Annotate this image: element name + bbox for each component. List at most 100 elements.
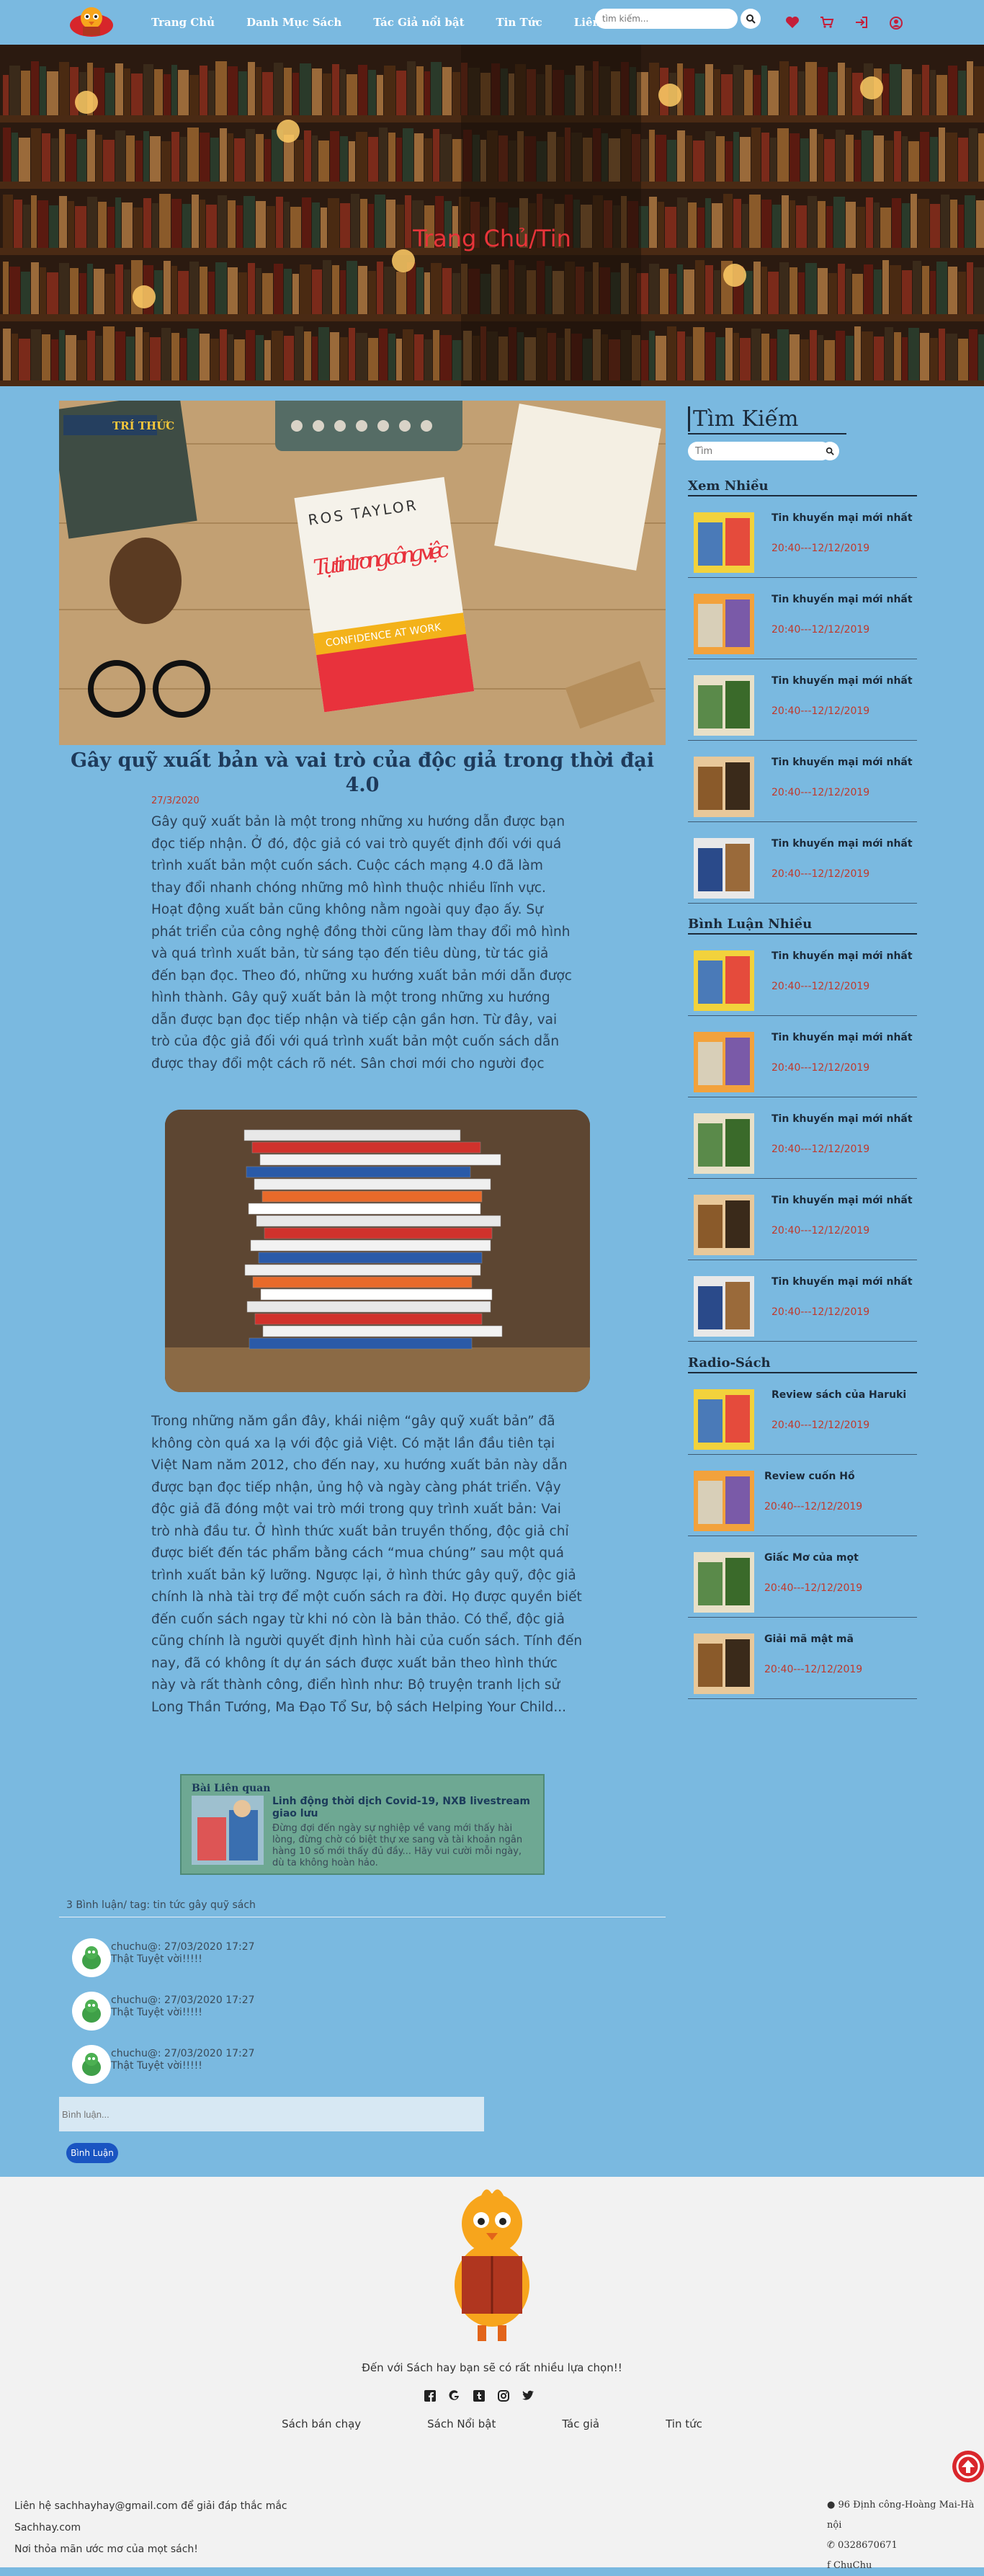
footer-address: 96 Định công-Hoàng Mai-Hà nội — [827, 2500, 975, 2531]
footer: Đến với Sách hay bạn sẽ có rất nhiều lựa… — [0, 2177, 984, 2571]
sidebar-list-item[interactable]: Tin khuyến mại mới nhất 20:40---12/12/201… — [688, 1179, 917, 1260]
cart-icon[interactable] — [820, 16, 834, 30]
user-icon[interactable] — [889, 16, 903, 30]
post-thumbnail[interactable] — [694, 512, 754, 573]
post-thumbnail[interactable] — [694, 1471, 754, 1531]
section-title: Xem Nhiều — [688, 478, 769, 494]
footer-link-featured[interactable]: Sách Nổi bật — [427, 2417, 496, 2430]
facebook-icon[interactable] — [418, 2390, 442, 2402]
post-thumbnail[interactable] — [694, 1032, 754, 1092]
sidebar-search-input[interactable] — [688, 442, 831, 460]
post-thumbnail[interactable] — [694, 950, 754, 1011]
sidebar-search: Tìm Kiếm — [688, 406, 917, 460]
post-thumbnail[interactable] — [694, 757, 754, 817]
post-title-link[interactable]: Tin khuyến mại mới nhất — [771, 757, 913, 768]
heart-icon[interactable] — [785, 16, 800, 30]
avatar — [72, 1938, 111, 1977]
related-thumbnail[interactable] — [192, 1796, 264, 1865]
top-search — [595, 9, 761, 29]
site-logo[interactable] — [61, 2, 122, 43]
article-body-part1: Gây quỹ xuất bản là một trong những xu h… — [151, 814, 572, 1071]
post-title-link[interactable]: Giấc Mơ của mọt — [764, 1552, 862, 1564]
sidebar-list-item[interactable]: Giải mã mật mã 20:40---12/12/2019 — [688, 1618, 917, 1699]
menu-authors[interactable]: Tác Giả nổi bật — [373, 16, 464, 29]
footer-link-bestsellers[interactable]: Sách bán chạy — [282, 2417, 361, 2430]
tumblr-icon[interactable] — [467, 2390, 491, 2402]
avatar — [72, 2045, 111, 2084]
sidebar-list-item[interactable]: Tin khuyến mại mới nhất 20:40---12/12/201… — [688, 659, 917, 741]
footer-links: Sách bán chạy Sách Nổi bật Tác giả Tin t… — [0, 2417, 984, 2430]
article-body-part2: Trong những năm gần đây, khái niệm “gây … — [151, 1414, 583, 1715]
phone-icon: ✆ — [827, 2540, 835, 2551]
post-title-link[interactable]: Tin khuyến mại mới nhất — [771, 1113, 913, 1125]
twitter-icon[interactable] — [516, 2390, 540, 2402]
sidebar-list-item[interactable]: Giấc Mơ của mọt 20:40---12/12/2019 — [688, 1536, 917, 1618]
menu-news[interactable]: Tin Tức — [496, 16, 542, 29]
back-to-top-button[interactable] — [952, 2451, 984, 2482]
post-title-link[interactable]: Tin khuyến mại mới nhất — [771, 838, 913, 850]
post-title-link[interactable]: Tin khuyến mại mới nhất — [771, 594, 913, 605]
sidebar-list-item[interactable]: Tin khuyến mại mới nhất 20:40---12/12/201… — [688, 822, 917, 904]
post-thumbnail[interactable] — [694, 675, 754, 736]
post-title-link[interactable]: Tin khuyến mại mới nhất — [771, 1032, 913, 1043]
post-thumbnail[interactable] — [694, 1389, 754, 1450]
post-thumbnail[interactable] — [694, 1552, 754, 1613]
map-marker-icon: ● — [827, 2500, 836, 2510]
sidebar-list-item[interactable]: Tin khuyến mại mới nhất 20:40---12/12/201… — [688, 935, 917, 1016]
comment-input[interactable] — [59, 2097, 484, 2131]
related-description: Đừng đợi đến ngày sự nghiệp về vang mới … — [272, 1823, 523, 1868]
post-date: 20:40---12/12/2019 — [771, 981, 870, 992]
footer-mascot — [442, 2184, 542, 2345]
instagram-icon[interactable] — [491, 2390, 516, 2402]
post-title-link[interactable]: Giải mã mật mã — [764, 1634, 862, 1645]
post-thumbnail[interactable] — [694, 1276, 754, 1337]
post-thumbnail[interactable] — [694, 838, 754, 899]
sidebar-list-item[interactable]: Review cuốn Hồ 20:40---12/12/2019 — [688, 1455, 917, 1536]
sidebar-list-item[interactable]: Tin khuyến mại mới nhất 20:40---12/12/201… — [688, 1097, 917, 1179]
footer-facebook[interactable]: ChuChu — [833, 2560, 872, 2571]
comment-submit-button[interactable]: Bình Luận — [66, 2143, 118, 2163]
post-title-link[interactable]: Tin khuyến mại mới nhất — [771, 950, 913, 962]
sidebar-list-item[interactable]: Tin khuyến mại mới nhất 20:40---12/12/201… — [688, 741, 917, 822]
post-thumbnail[interactable] — [694, 1195, 754, 1255]
google-icon[interactable] — [442, 2390, 467, 2402]
related-article-box[interactable]: Bài Liên quan Linh động thời dịch Covid-… — [180, 1774, 545, 1875]
footer-link-authors[interactable]: Tác giả — [562, 2417, 599, 2430]
post-title-link[interactable]: Tin khuyến mại mới nhất — [771, 1276, 913, 1288]
sidebar-list-item[interactable]: Tin khuyến mại mới nhất 20:40---12/12/201… — [688, 496, 917, 578]
post-title-link[interactable]: Tin khuyến mại mới nhất — [771, 512, 913, 524]
search-icon[interactable] — [741, 9, 761, 29]
menu-categories[interactable]: Danh Mục Sách — [246, 16, 341, 29]
sidebar-section-most-commented: Bình Luận Nhiều Tin khuyến mại mới nhất 2… — [688, 917, 917, 1342]
menu-home[interactable]: Trang Chủ — [151, 16, 215, 29]
post-date: 20:40---12/12/2019 — [771, 787, 870, 798]
post-date: 20:40---12/12/2019 — [771, 543, 870, 554]
login-icon[interactable] — [854, 16, 869, 30]
sidebar-list-item[interactable]: Tin khuyến mại mới nhất 20:40---12/12/201… — [688, 1260, 917, 1342]
top-search-input[interactable] — [595, 9, 738, 29]
sidebar-list-item[interactable]: Tin khuyến mại mới nhất 20:40---12/12/201… — [688, 578, 917, 659]
sidebar-list-item[interactable]: Review sách của Haruki 20:40---12/12/2019 — [688, 1373, 917, 1455]
hero-banner: Trang Chủ/Tin — [0, 45, 984, 386]
section-title: Bình Luận Nhiều — [688, 917, 813, 932]
feature-brand: TRÍ THỨC — [112, 419, 174, 432]
post-thumbnail[interactable] — [694, 594, 754, 654]
post-title-link[interactable]: Tin khuyến mại mới nhất — [771, 1195, 913, 1206]
section-title: Radio-Sách — [688, 1355, 771, 1371]
post-thumbnail[interactable] — [694, 1634, 754, 1694]
search-icon[interactable] — [820, 442, 839, 460]
footer-link-news[interactable]: Tin tức — [666, 2417, 702, 2430]
footer-slogan: Nơi thỏa mãn ước mơ của mọt sách! — [14, 2544, 198, 2555]
facebook-small-icon: f — [827, 2560, 831, 2571]
arrow-up-icon — [956, 2454, 980, 2479]
post-date: 20:40---12/12/2019 — [771, 1225, 870, 1236]
post-thumbnail[interactable] — [694, 1113, 754, 1174]
post-title-link[interactable]: Review sách của Haruki — [771, 1389, 906, 1401]
post-title-link[interactable]: Tin khuyến mại mới nhất — [771, 675, 913, 687]
post-date: 20:40---12/12/2019 — [764, 1582, 863, 1594]
sidebar-list-item[interactable]: Tin khuyến mại mới nhất 20:40---12/12/201… — [688, 1016, 917, 1097]
related-title-link[interactable]: Linh động thời dịch Covid-19, NXB livest… — [272, 1796, 533, 1820]
comment-item: chuchu@: 27/03/2020 17:27 Thật Tuyệt vời!… — [72, 1992, 255, 2031]
comment-text: Thật Tuyệt vời!!!!! — [111, 2007, 202, 2018]
post-title-link[interactable]: Review cuốn Hồ — [764, 1471, 862, 1482]
